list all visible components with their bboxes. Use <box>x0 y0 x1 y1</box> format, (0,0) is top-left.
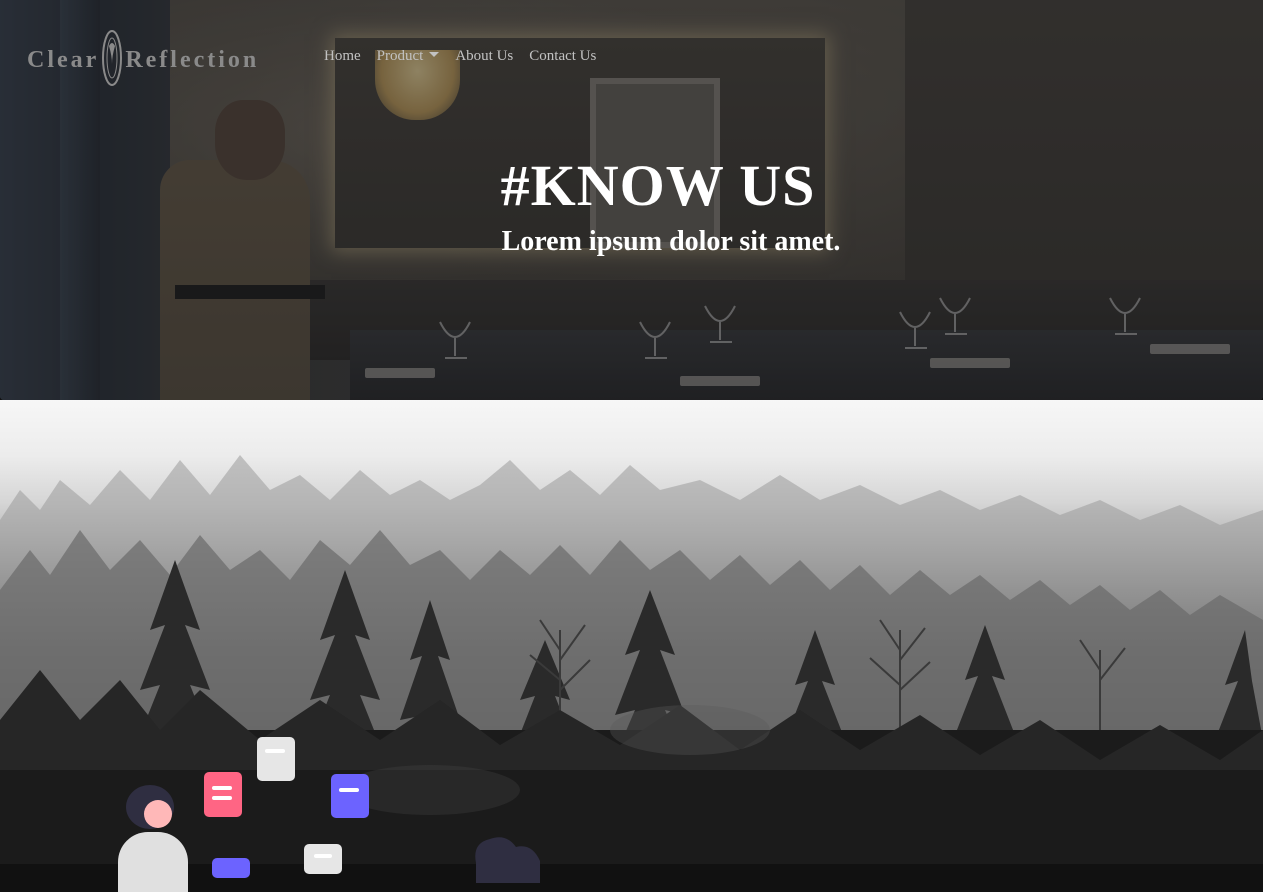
nav-about[interactable]: About Us <box>447 48 521 65</box>
nav-product-dropdown[interactable]: Product <box>369 48 448 65</box>
hero-subtitle: Lorem ipsum dolor sit amet. <box>501 226 841 257</box>
document-icon <box>331 774 369 818</box>
main-nav: Home Product About Us Contact Us <box>316 48 604 65</box>
forest-trees <box>0 455 1263 864</box>
document-icon <box>212 858 250 878</box>
avatar-face <box>144 800 172 828</box>
document-icon <box>304 844 342 874</box>
avatar-body <box>118 832 188 892</box>
hero-banner: Clear Reflection Home Product About Us C… <box>0 0 1263 400</box>
document-icon <box>257 737 295 781</box>
chevron-down-icon <box>429 52 440 58</box>
nav-product-label: Product <box>376 48 424 64</box>
brand-logo[interactable]: Clear Reflection <box>27 30 260 86</box>
document-icon <box>204 772 242 817</box>
brand-name-left: Clear <box>27 46 100 73</box>
nav-contact[interactable]: Contact Us <box>521 48 604 65</box>
mirror-icon <box>102 30 123 86</box>
brand-name-right: Reflection <box>125 46 260 73</box>
nav-home[interactable]: Home <box>316 48 369 65</box>
forest-background <box>0 400 1263 864</box>
hero-title: #KNOW US <box>500 153 816 218</box>
figure-hair-icon <box>475 837 540 883</box>
